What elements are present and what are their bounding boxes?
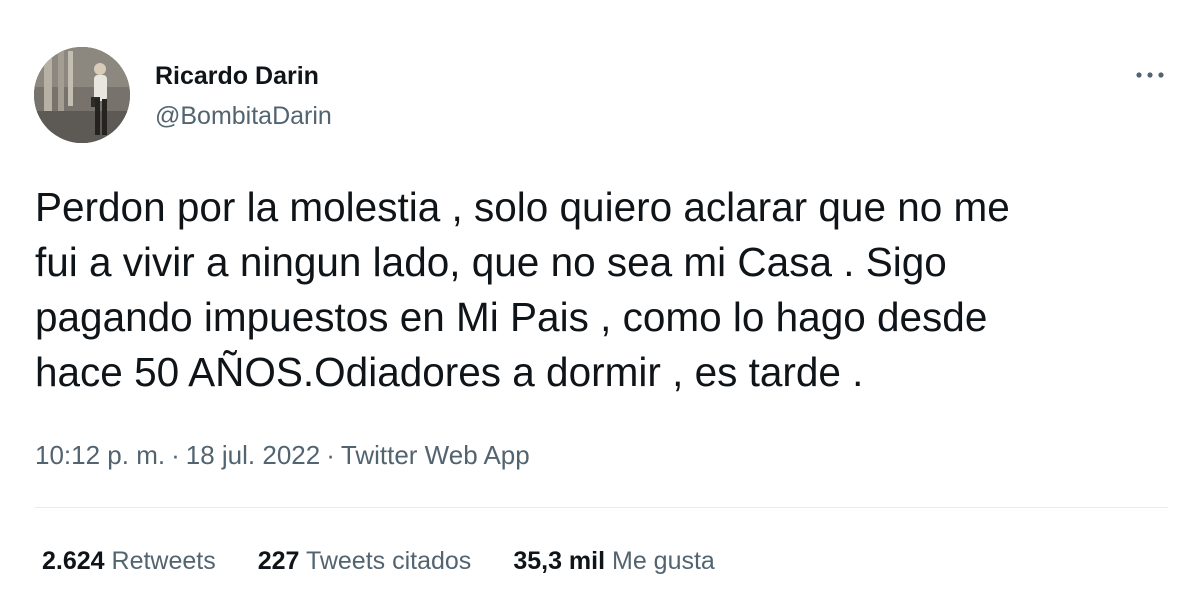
likes-stat[interactable]: 35,3 mil Me gusta [513,545,715,577]
meta-separator: · [326,440,335,470]
author-display-name[interactable]: Ricardo Darin [155,60,319,92]
tweet-text-line: hace 50 AÑOS.Odiadores a dormir , es tar… [35,349,864,395]
likes-count: 35,3 mil [513,547,606,575]
tweet-date[interactable]: 18 jul. 2022 [186,440,320,470]
likes-label: Me gusta [612,547,715,575]
tweet-text-line: Perdon por la molestia , solo quiero acl… [35,184,1010,230]
author-handle[interactable]: @BombitaDarin [155,100,332,132]
tweet-text: Perdon por la molestia , solo quiero acl… [35,180,1145,400]
tweet-stats: 2.624 Retweets 227 Tweets citados 35,3 m… [42,545,757,577]
more-horizontal-icon [1136,72,1164,78]
quote-tweets-stat[interactable]: 227 Tweets citados [258,545,472,577]
tweet-metadata: 10:12 p. m. · 18 jul. 2022 · Twitter Web App [35,438,530,472]
tweet-text-line: fui a vivir a ningun lado, que no sea mi… [35,239,947,285]
retweets-count: 2.624 [42,547,105,575]
quote-tweets-count: 227 [257,547,300,575]
retweets-stat[interactable]: 2.624 Retweets [42,545,216,577]
avatar-photo [34,47,130,143]
divider [35,507,1168,508]
tweet-source[interactable]: Twitter Web App [341,440,530,470]
quote-tweets-label: Tweets citados [305,547,472,575]
tweet-text-line: pagando impuestos en Mi Pais , como lo h… [35,294,988,340]
profile-avatar[interactable] [34,47,130,143]
retweets-label: Retweets [111,547,216,575]
tweet-time[interactable]: 10:12 p. m. [35,440,165,470]
meta-separator: · [171,440,180,470]
more-options-button[interactable] [1128,60,1172,90]
